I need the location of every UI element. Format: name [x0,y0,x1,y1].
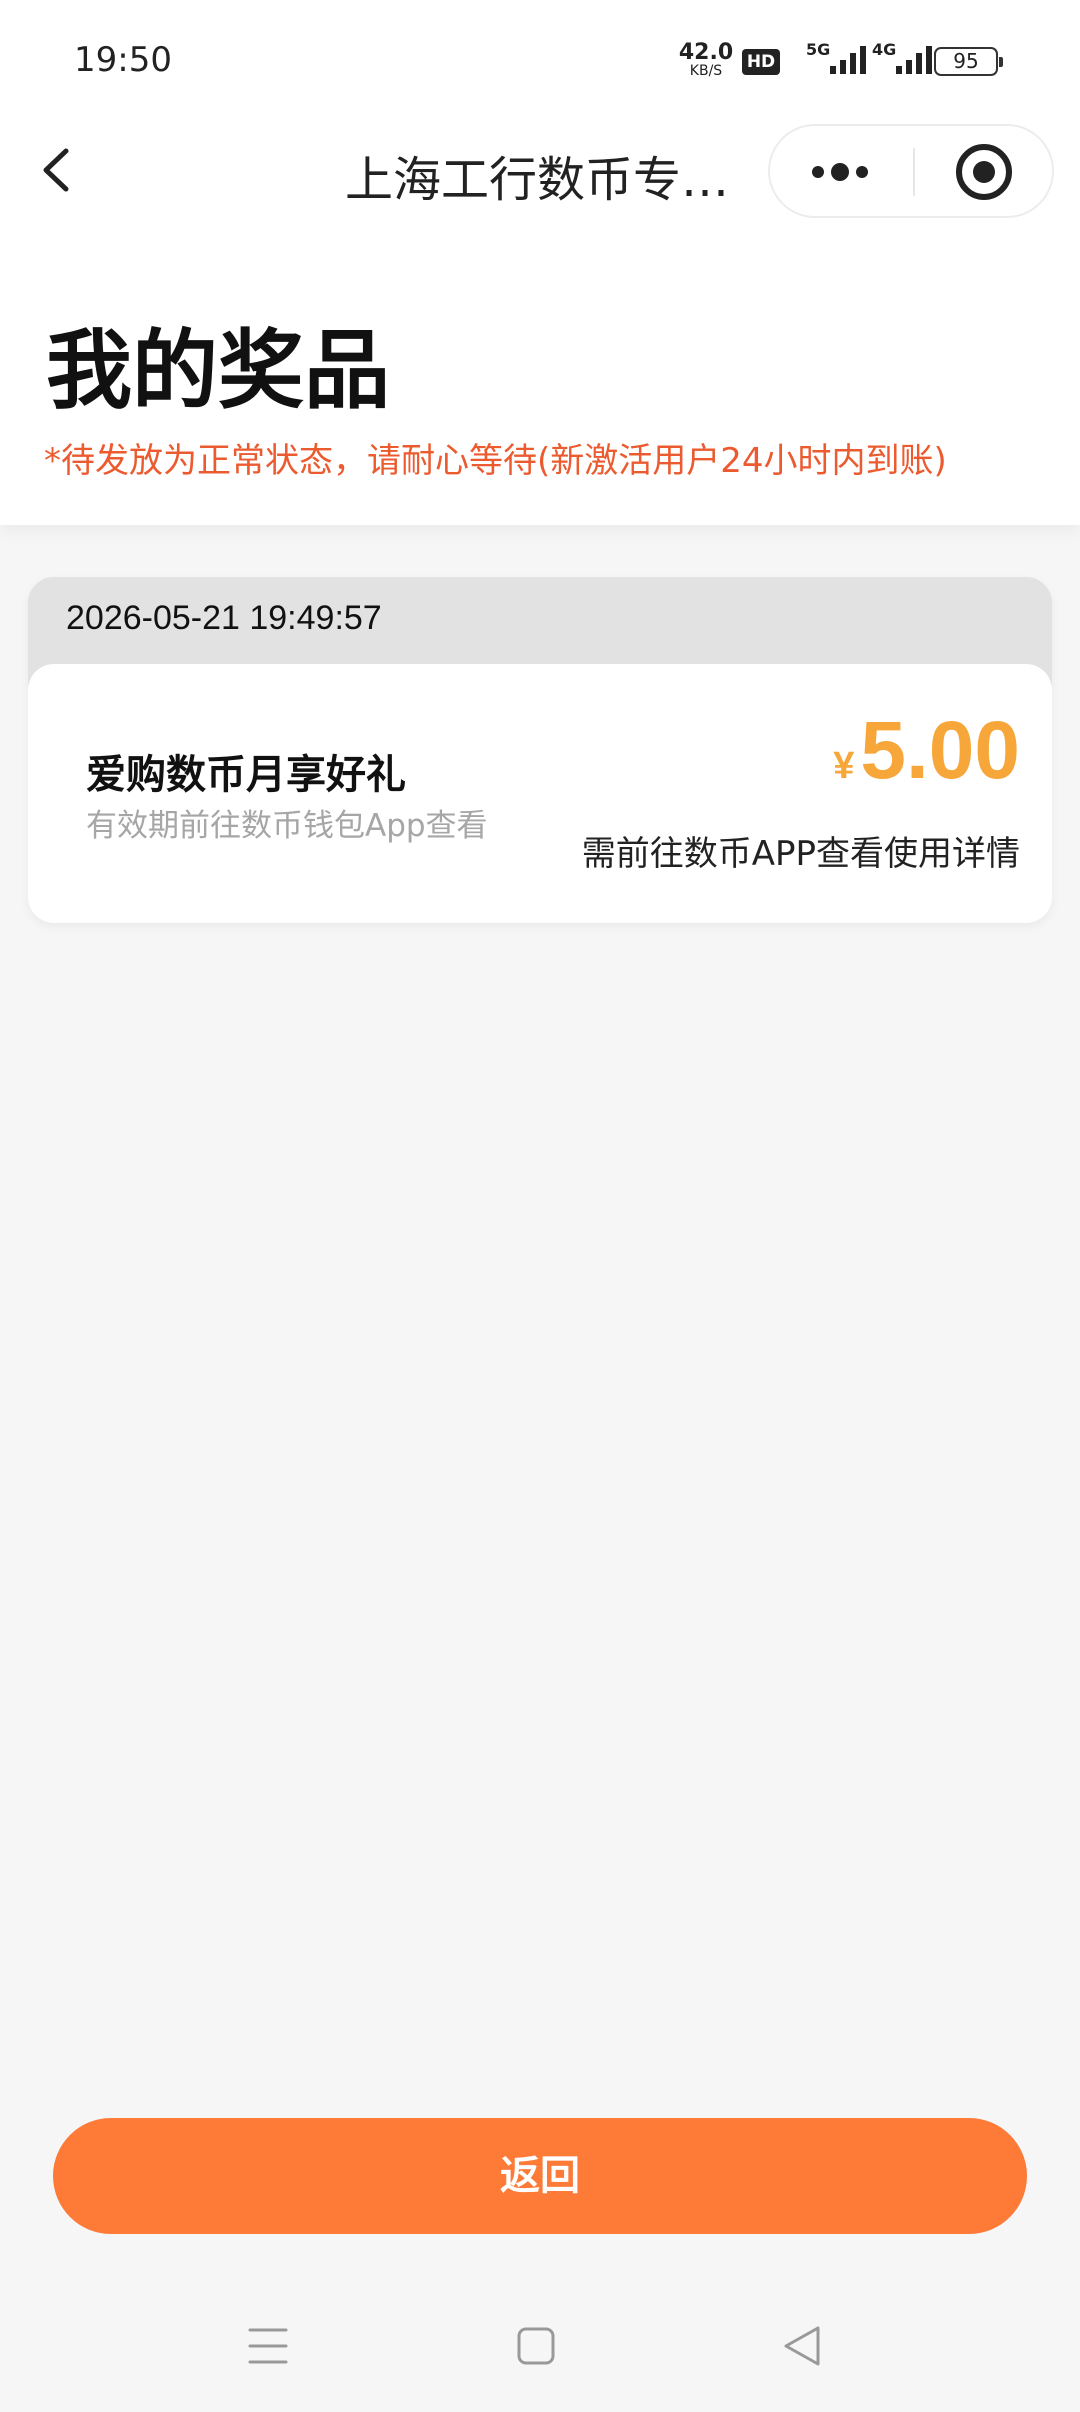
prize-body: 爱购数币月享好礼 有效期前往数币钱包App查看 ¥5.00 需前往数币APP查看… [28,664,1052,923]
prize-usage-hint: 需前往数币APP查看使用详情 [581,834,1020,874]
signal-4g-icon: 4G [872,40,934,78]
prize-name: 爱购数币月享好礼 [86,752,406,798]
prize-card[interactable]: 2026-05-21 19:49:57 爱购数币月享好礼 有效期前往数币钱包Ap… [28,577,1052,923]
hd-icon: HD [742,49,780,75]
page-title: 上海工行数币专… [345,152,730,208]
target-icon [956,144,1012,200]
home-square-icon [517,2327,555,2365]
network-speed-value: 42.0 [678,40,734,65]
prize-amount-value: 5.00 [860,705,1020,796]
back-triangle-icon [784,2326,820,2366]
back-button[interactable] [30,135,90,205]
network-speed-unit: KB/S [689,63,723,79]
signal-4g-label: 4G [872,40,897,59]
prize-amount: ¥5.00 [833,704,1020,798]
return-button[interactable]: 返回 [53,2118,1027,2234]
mini-program-capsule [768,124,1054,218]
more-button[interactable] [770,126,913,216]
system-back-button[interactable] [764,2316,844,2376]
menu-icon [248,2328,288,2364]
currency-symbol: ¥ [833,745,855,787]
prize-timestamp: 2026-05-21 19:49:57 [66,599,382,637]
status-time: 19:50 [74,40,172,80]
chevron-left-icon [43,148,69,192]
close-mini-program-button[interactable] [915,126,1054,216]
notice-text: *待发放为正常状态，请耐心等待(新激活用户24小时内到账) [44,441,947,481]
home-button[interactable] [496,2316,576,2376]
header-area: 19:50 42.0 KB/S HD 5G 4G 95 上海工行数币专… 我的奖… [0,0,1080,525]
battery-icon: 95 [934,47,1003,76]
network-speed: 42.0 KB/S [678,40,734,79]
page-heading: 我的奖品 [46,321,390,421]
signal-5g-icon: 5G [806,40,868,78]
signal-5g-label: 5G [806,40,831,59]
prize-validity: 有效期前往数币钱包App查看 [86,808,488,844]
more-dots-icon [812,163,868,181]
recent-apps-button[interactable] [228,2316,308,2376]
